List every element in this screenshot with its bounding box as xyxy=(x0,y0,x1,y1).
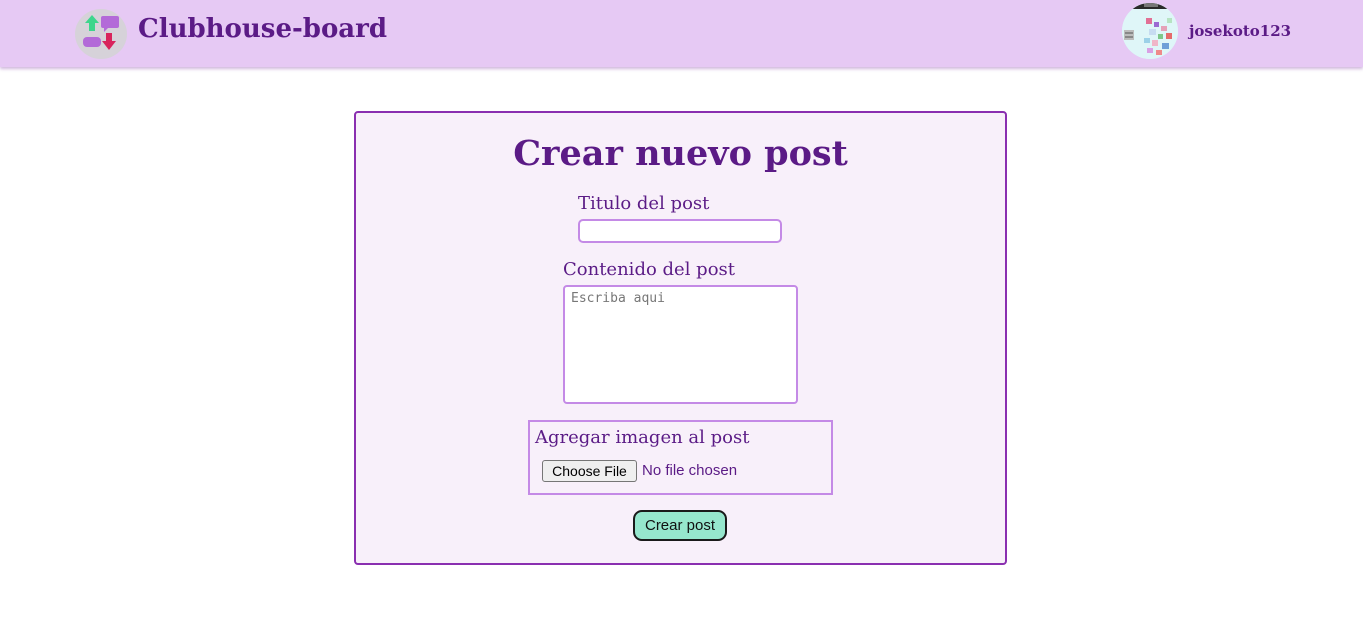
create-post-form: Crear nuevo post Titulo del post Conteni… xyxy=(354,111,1007,565)
title-label: Titulo del post xyxy=(578,193,710,214)
form-title: Crear nuevo post xyxy=(513,133,848,174)
post-content-textarea[interactable] xyxy=(563,285,798,404)
top-navbar: Clubhouse-board josekoto123 xyxy=(0,0,1363,67)
content-label: Contenido del post xyxy=(563,259,736,280)
clubhouse-logo-icon[interactable] xyxy=(75,9,127,59)
choose-file-button[interactable]: Choose File xyxy=(542,460,637,482)
create-post-button[interactable]: Crear post xyxy=(633,510,727,541)
username-label[interactable]: josekoto123 xyxy=(1189,22,1291,40)
post-title-input[interactable] xyxy=(578,219,782,243)
image-upload-box: Agregar imagen al post Choose File No fi… xyxy=(528,420,833,495)
image-label: Agregar imagen al post xyxy=(535,427,750,448)
user-avatar[interactable] xyxy=(1122,3,1178,59)
file-status-text: No file chosen xyxy=(642,462,738,479)
brand-title[interactable]: Clubhouse-board xyxy=(138,14,387,44)
